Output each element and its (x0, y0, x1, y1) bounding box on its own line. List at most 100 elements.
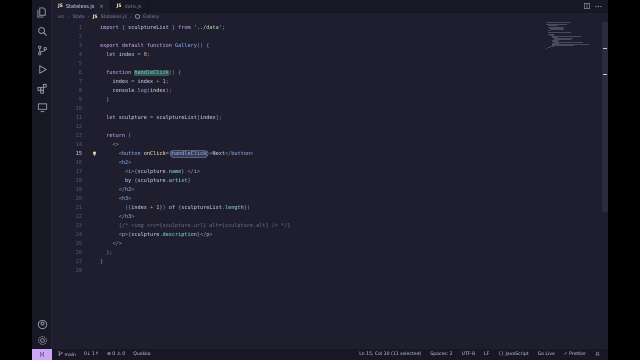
code-line[interactable]: 11 let sculpture = sculptureList[index]; (52, 113, 572, 122)
minimap[interactable] (546, 22, 594, 52)
split-editor-icon[interactable] (584, 2, 590, 11)
more-actions-icon[interactable] (595, 3, 602, 10)
code-content: <> (100, 142, 118, 148)
code-content: let index = 0; (100, 52, 150, 58)
code-token: Next (212, 150, 225, 157)
tab-data-js[interactable]: JS data.js (111, 0, 149, 13)
code-line[interactable]: 12 (52, 122, 572, 131)
code-token: } </ (181, 168, 194, 175)
breadcrumb-item[interactable]: Gallery (143, 15, 159, 20)
code-content: <p>{sculpture.description}</p> (100, 231, 213, 238)
code-line[interactable]: 19 </h2> (52, 185, 572, 194)
error-icon: ⊗ (106, 352, 111, 357)
code-line[interactable]: 5 (52, 59, 572, 68)
code-token: ( (125, 132, 132, 139)
explorer-icon[interactable] (36, 6, 48, 18)
language-mode[interactable]: {} JavaScript (498, 352, 528, 357)
line-number: 3 (78, 42, 82, 49)
minimap-line (546, 22, 570, 23)
line-number: 13 (75, 132, 82, 139)
code-editor[interactable]: 1 import { sculptureList } from '../data'… (52, 22, 608, 349)
code-line[interactable]: 23 {/* <img src={sculpture.url} alt={scu… (52, 221, 572, 230)
code-token: ]; (215, 114, 222, 121)
breadcrumb-item[interactable]: Stateless.js (101, 15, 127, 20)
quokka-status[interactable]: Quokka (133, 352, 150, 357)
code-line[interactable]: 13 return ( (52, 131, 572, 140)
code-token: </ (100, 186, 125, 193)
code-line[interactable]: 6 function handleClick() { (52, 68, 572, 77)
vertical-scrollbar[interactable] (602, 22, 608, 212)
code-line[interactable]: 15 <button onClick={handleClick}>Next</b… (52, 149, 572, 158)
minimap-line (546, 48, 547, 49)
code-token: index (199, 114, 216, 121)
code-line[interactable]: 28 (52, 266, 572, 275)
line-number: 20 (75, 195, 82, 202)
code-line[interactable]: 26 ); (52, 248, 572, 257)
breadcrumb-item[interactable]: src (58, 15, 65, 20)
code-line[interactable]: 16 <h2> (52, 158, 572, 167)
code-line[interactable]: 21 ({index + 1}) of {sculptureList.lengt… (52, 203, 572, 212)
code-token: < (100, 231, 122, 238)
go-live-button[interactable]: Go Live (538, 352, 555, 357)
minimap-line (548, 25, 558, 26)
code-line[interactable]: 25 </> (52, 239, 572, 248)
code-line[interactable]: 9 } (52, 95, 572, 104)
line-number: 7 (78, 78, 82, 85)
prettier-status[interactable]: ✓ Prettier (564, 352, 586, 357)
code-token: {/* <img src={sculpture.url} alt={sculpt… (100, 222, 291, 229)
code-line[interactable]: 1 import { sculptureList } from '../data'… (52, 23, 572, 32)
notifications-bell-icon[interactable] (595, 351, 600, 358)
error-count: 0 (112, 352, 116, 357)
close-tab-icon[interactable]: × (99, 4, 103, 10)
code-content: <h2> (100, 159, 132, 166)
remote-explorer-icon[interactable] (36, 101, 48, 113)
line-number: 10 (75, 105, 82, 112)
line-number: 21 (75, 204, 82, 211)
code-token: let (100, 114, 116, 121)
code-token: Gallery (171, 42, 197, 49)
code-line[interactable]: 10 (52, 104, 572, 113)
line-number: 1 (78, 24, 82, 31)
code-line[interactable]: 4 let index = 0; (52, 50, 572, 59)
code-token: log (137, 87, 147, 94)
indentation[interactable]: Spaces: 2 (430, 352, 452, 357)
code-line[interactable]: 18 by {sculpture.artist} (52, 176, 572, 185)
code-line[interactable]: 20 <h3> (52, 194, 572, 203)
code-token: } (100, 96, 110, 103)
account-icon[interactable] (36, 318, 48, 330)
code-content: ); (100, 250, 112, 256)
code-token: return (100, 132, 125, 139)
remote-indicator-icon[interactable]: ⟩⟨ (32, 349, 52, 360)
code-line[interactable]: 24 <p>{sculpture.description}</p> (52, 230, 572, 239)
code-token: < (100, 168, 129, 175)
code-line[interactable]: 2 (52, 32, 572, 41)
run-debug-icon[interactable] (36, 63, 48, 75)
code-line[interactable]: 7 index = index + 1; (52, 77, 572, 86)
settings-gear-icon[interactable] (36, 334, 48, 346)
code-line[interactable]: 3 export default function Gallery() { (52, 41, 572, 50)
problems-indicator[interactable]: ⊗ 0 ⚠ 0 (107, 352, 125, 357)
lightbulb-icon[interactable] (88, 151, 100, 156)
code-content: </> (100, 241, 121, 247)
source-control-icon[interactable] (36, 44, 48, 56)
code-line[interactable]: 14 <> (52, 140, 572, 149)
code-line[interactable]: 22 </h3> (52, 212, 572, 221)
line-number: 26 (75, 249, 82, 256)
cursor-position[interactable]: Ln 15, Col 30 (11 selected) (359, 352, 421, 357)
search-icon[interactable] (36, 25, 48, 37)
code-line[interactable]: 27} (52, 257, 572, 266)
breadcrumb-item[interactable]: State (73, 15, 85, 20)
branch-indicator[interactable]: main (58, 351, 76, 358)
sync-status[interactable]: 0↓ 1↑ (84, 352, 99, 357)
code-token: }</ (196, 231, 207, 238)
code-token: > (128, 159, 132, 166)
code-token: ; (221, 24, 225, 31)
code-line[interactable]: 8 console.log(index); (52, 86, 572, 95)
encoding[interactable]: UTF-8 (462, 352, 475, 357)
code-token: } (100, 258, 104, 265)
code-line[interactable]: 17 <i>{sculpture.name} </i> (52, 167, 572, 176)
extensions-icon[interactable] (36, 82, 48, 94)
end-of-line[interactable]: LF (484, 352, 489, 357)
tab-stateless-js[interactable]: JS Stateless.js × (52, 0, 111, 13)
code-token: > (249, 150, 254, 157)
